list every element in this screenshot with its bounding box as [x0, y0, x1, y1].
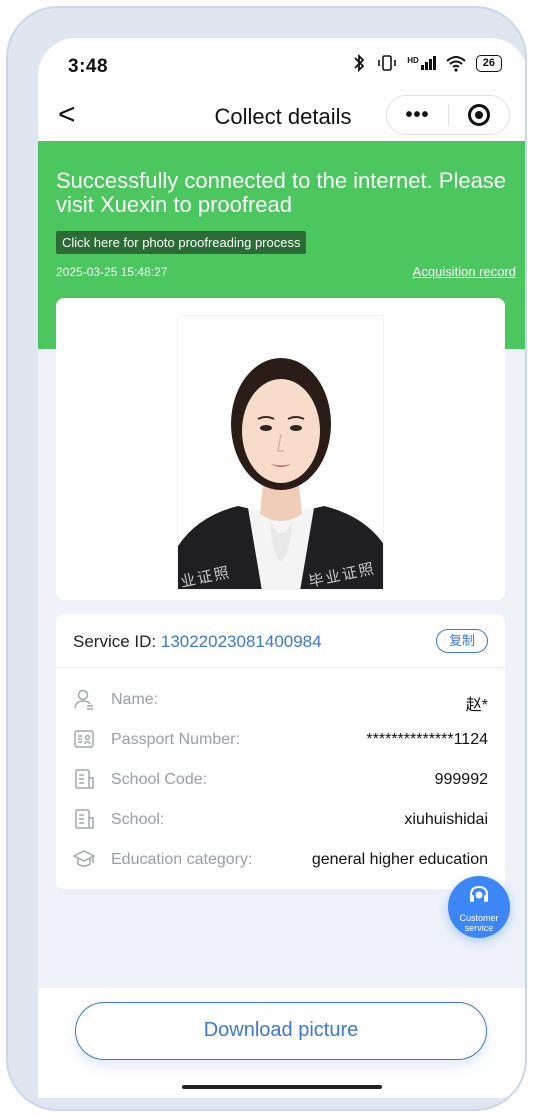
school-value: xiuhuishidai	[404, 811, 488, 828]
nav-bar: < Collect details •••	[38, 93, 525, 141]
phone-frame: 3:48 HD 26 < Collect details ••• Success…	[6, 6, 527, 1111]
service-id-row: Service ID: 13022023081400984 复制	[56, 614, 505, 668]
school-code-label: School Code:	[111, 771, 208, 788]
copy-button[interactable]: 复制	[436, 629, 488, 653]
proofread-process-link[interactable]: Click here for photo proofreading proces…	[56, 231, 307, 254]
name-label: Name:	[111, 691, 159, 708]
field-row-education: Education category: general higher educa…	[56, 840, 505, 880]
passport-label: Passport Number:	[111, 731, 240, 748]
bluetooth-icon	[354, 54, 365, 72]
battery-indicator: 26	[475, 54, 502, 72]
mini-program-capsule: •••	[386, 95, 510, 135]
banner-timestamp: 2025-03-25 15:48:27	[56, 265, 168, 279]
status-time: 3:48	[68, 56, 109, 77]
banner-headline: Successfully connected to the internet. …	[56, 168, 507, 217]
person-icon	[74, 689, 93, 710]
status-bar: 3:48 HD 26	[38, 38, 525, 93]
education-value: general higher education	[311, 851, 488, 868]
headset-icon	[470, 885, 488, 902]
close-button[interactable]	[449, 104, 509, 126]
portrait-illustration	[178, 316, 383, 589]
name-value: 赵*	[465, 697, 488, 714]
document-icon	[75, 769, 94, 789]
service-id-value: 13022023081400984	[160, 632, 322, 651]
field-row-name: Name: 赵*	[56, 680, 505, 720]
photo-card: 业证照 毕业证照	[56, 298, 505, 600]
status-icons: HD 26	[351, 54, 502, 72]
app-screen: 3:48 HD 26 < Collect details ••• Success…	[38, 38, 525, 1098]
id-card-icon	[74, 730, 94, 748]
customer-service-button[interactable]: Customer service	[448, 876, 510, 938]
field-row-school: School: xiuhuishidai	[56, 800, 505, 840]
field-row-passport: Passport Number: **************1124	[56, 720, 505, 760]
graduation-cap-icon	[73, 850, 95, 867]
id-photo: 业证照 毕业证照	[177, 315, 384, 590]
field-row-school-code: School Code: 999992	[56, 760, 505, 800]
education-label: Education category:	[111, 851, 253, 868]
service-id-label: Service ID: 13022023081400984	[73, 632, 322, 651]
info-card: Service ID: 13022023081400984 复制 Name: 赵…	[56, 614, 505, 889]
document-icon	[75, 809, 94, 829]
school-code-value: 999992	[434, 771, 488, 788]
school-label: School:	[111, 811, 165, 828]
passport-value: **************1124	[366, 731, 488, 748]
wifi-icon	[446, 56, 466, 72]
close-icon	[467, 104, 490, 126]
bottom-bar: Download picture	[38, 988, 525, 1098]
acquisition-record-link[interactable]: Acquisition record	[413, 264, 516, 279]
hd-signal-icon: HD	[407, 56, 436, 70]
customer-service-label-2: service	[464, 923, 494, 933]
more-options-button[interactable]: •••	[387, 105, 448, 125]
vibrate-icon	[378, 55, 396, 71]
customer-service-label-1: Customer	[459, 913, 499, 923]
download-picture-button[interactable]: Download picture	[75, 1002, 487, 1060]
hd-label: HD	[407, 56, 419, 65]
home-indicator[interactable]	[182, 1085, 382, 1089]
